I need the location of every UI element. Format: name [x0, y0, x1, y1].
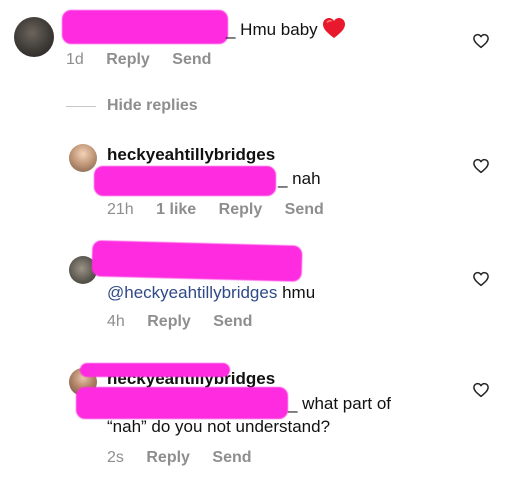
avatar[interactable]	[14, 17, 54, 57]
avatar[interactable]	[69, 144, 97, 172]
comment-meta: 1d Reply Send	[66, 51, 211, 69]
redacted-text	[94, 166, 276, 196]
reply-meta: 21h 1 like Reply Send	[107, 201, 324, 219]
send-button[interactable]: Send	[285, 201, 324, 218]
timestamp: 1d	[66, 51, 84, 68]
redacted-text	[76, 387, 288, 419]
mention-link[interactable]: @heckyeahtillybridges	[107, 283, 277, 302]
reply-meta: 4h Reply Send	[107, 313, 252, 331]
send-button[interactable]: Send	[212, 449, 251, 466]
reply-button[interactable]: Reply	[146, 449, 190, 466]
reply-button[interactable]: Reply	[147, 313, 191, 330]
redacted-username	[62, 10, 228, 44]
comment-text-body: _ Hmu baby	[226, 20, 318, 39]
heart-outline-icon[interactable]	[472, 32, 490, 50]
redacted-username-overlap	[80, 363, 230, 377]
hide-replies-divider	[66, 106, 96, 107]
heart-outline-icon[interactable]	[472, 381, 490, 399]
reply-button[interactable]: Reply	[219, 201, 263, 218]
heart-outline-icon[interactable]	[472, 157, 490, 175]
red-heart-emoji-icon	[322, 17, 346, 39]
comment-text: _ Hmu baby	[226, 17, 346, 41]
redacted-username	[91, 240, 303, 282]
send-button[interactable]: Send	[213, 313, 252, 330]
reply-username[interactable]: heckyeahtillybridges	[107, 145, 275, 165]
reply-text-line-1: _ what part of	[288, 394, 392, 413]
send-button[interactable]: Send	[172, 51, 211, 68]
reply-meta: 2s Reply Send	[107, 449, 252, 467]
reply-text-body: hmu	[282, 283, 316, 302]
timestamp: 4h	[107, 313, 125, 330]
reply-text-line-2: “nah” do you not understand?	[107, 417, 331, 436]
hide-replies-button[interactable]: Hide replies	[107, 97, 198, 115]
reply-button[interactable]: Reply	[106, 51, 150, 68]
heart-outline-icon[interactable]	[472, 270, 490, 288]
reply-text: @heckyeahtillybridges hmu	[107, 282, 315, 304]
timestamp: 2s	[107, 449, 124, 466]
timestamp: 21h	[107, 201, 134, 218]
reply-text: _ nah	[278, 169, 321, 188]
likes-count[interactable]: 1 like	[156, 201, 196, 218]
